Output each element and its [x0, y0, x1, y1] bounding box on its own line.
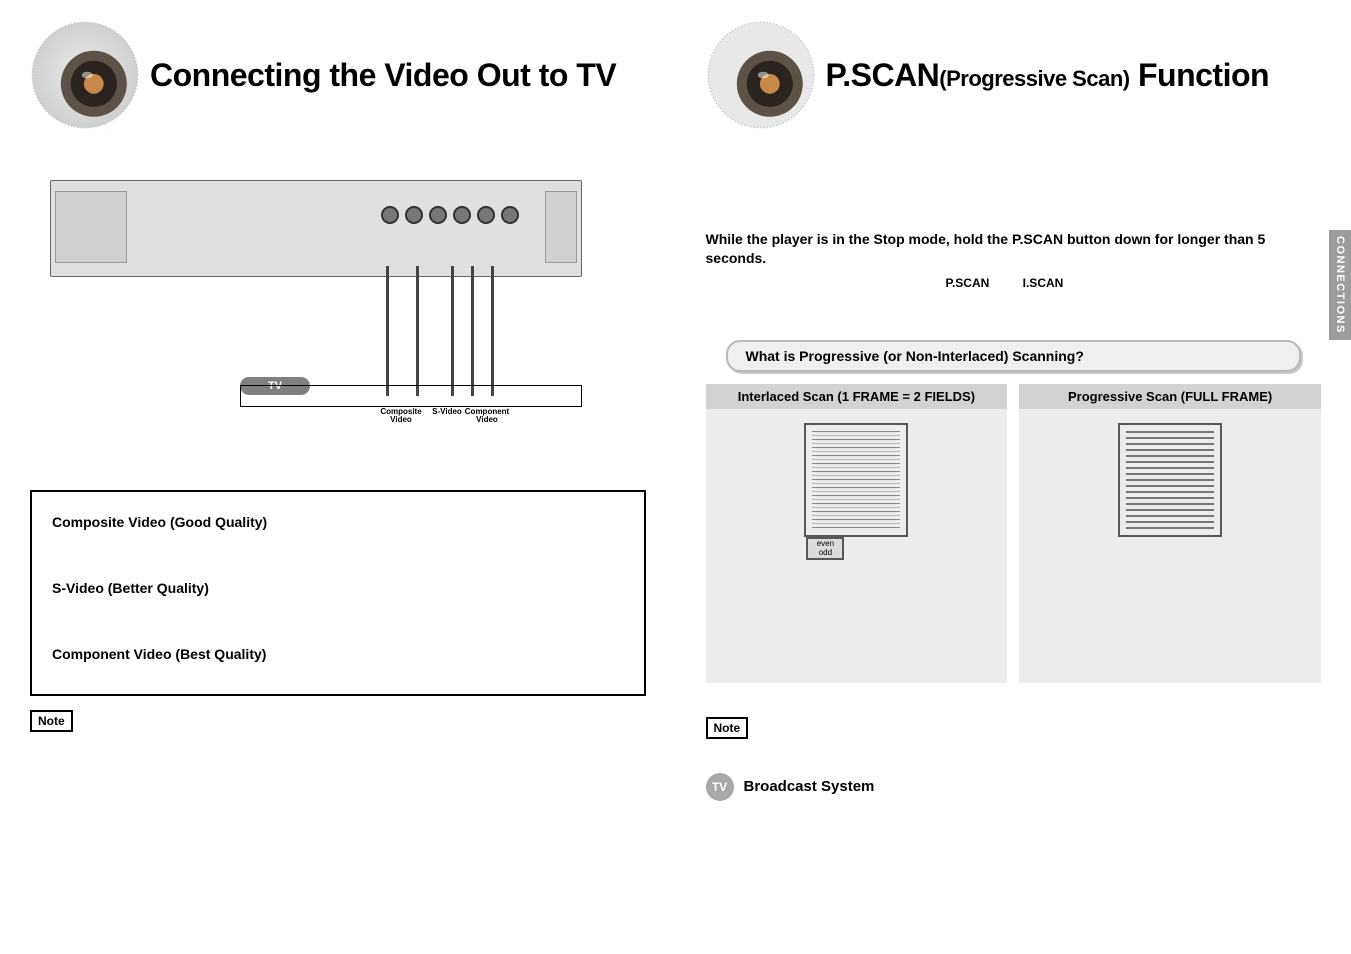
even-odd-label: even odd — [806, 537, 844, 561]
rear-panel-graphic — [50, 180, 582, 277]
title-main: P.SCAN — [826, 57, 940, 93]
right-title: P.SCAN(Progressive Scan) Function — [826, 57, 1270, 94]
pscan-instruction: While the player is in the Stop mode, ho… — [706, 230, 1322, 268]
pscan-label: P.SCAN — [946, 276, 990, 290]
quality-component: Component Video (Best Quality) — [52, 646, 624, 662]
interlaced-frame-icon: even odd — [804, 423, 908, 537]
right-heading: P.SCAN(Progressive Scan) Function — [706, 20, 1322, 130]
speaker-icon — [706, 20, 816, 130]
quality-svideo: S-Video (Better Quality) — [52, 580, 624, 596]
scan-comparison: Interlaced Scan (1 FRAME = 2 FIELDS) eve… — [706, 384, 1322, 683]
tv-input-strip — [240, 385, 582, 407]
left-heading: Connecting the Video Out to TV — [30, 20, 646, 130]
tv-sub-component: Component Video — [464, 408, 510, 424]
speaker-icon — [30, 20, 140, 130]
tv-broadcast-system: TV Broadcast System — [706, 773, 1322, 801]
quality-box: Composite Video (Good Quality) S-Video (… — [30, 490, 646, 696]
quality-composite: Composite Video (Good Quality) — [52, 514, 624, 530]
tv-sub-composite: Composite Video — [378, 408, 424, 424]
question-band: What is Progressive (or Non-Interlaced) … — [706, 340, 1322, 370]
tv-circle-icon: TV — [706, 773, 734, 801]
side-tab-connections: CONNECTIONS — [1329, 230, 1351, 340]
connection-diagram: TV Composite Video S-Video Component Vid… — [30, 170, 646, 430]
scan-labels: P.SCAN I.SCAN — [946, 276, 1322, 290]
odd-label: odd — [808, 549, 842, 558]
tv-system-text: Broadcast System — [744, 778, 875, 795]
progressive-frame-icon — [1118, 423, 1222, 537]
left-title: Connecting the Video Out to TV — [150, 57, 616, 94]
interlaced-head: Interlaced Scan (1 FRAME = 2 FIELDS) — [706, 384, 1008, 409]
progressive-head: Progressive Scan (FULL FRAME) — [1019, 384, 1321, 409]
progressive-column: Progressive Scan (FULL FRAME) — [1019, 384, 1321, 683]
note-badge-right: Note — [706, 717, 749, 739]
iscan-label: I.SCAN — [1023, 276, 1064, 290]
title-paren: (Progressive Scan) — [939, 66, 1129, 91]
note-badge-left: Note — [30, 710, 73, 732]
interlaced-column: Interlaced Scan (1 FRAME = 2 FIELDS) eve… — [706, 384, 1008, 683]
title-end: Function — [1130, 57, 1269, 93]
question-text: What is Progressive (or Non-Interlaced) … — [726, 340, 1302, 372]
